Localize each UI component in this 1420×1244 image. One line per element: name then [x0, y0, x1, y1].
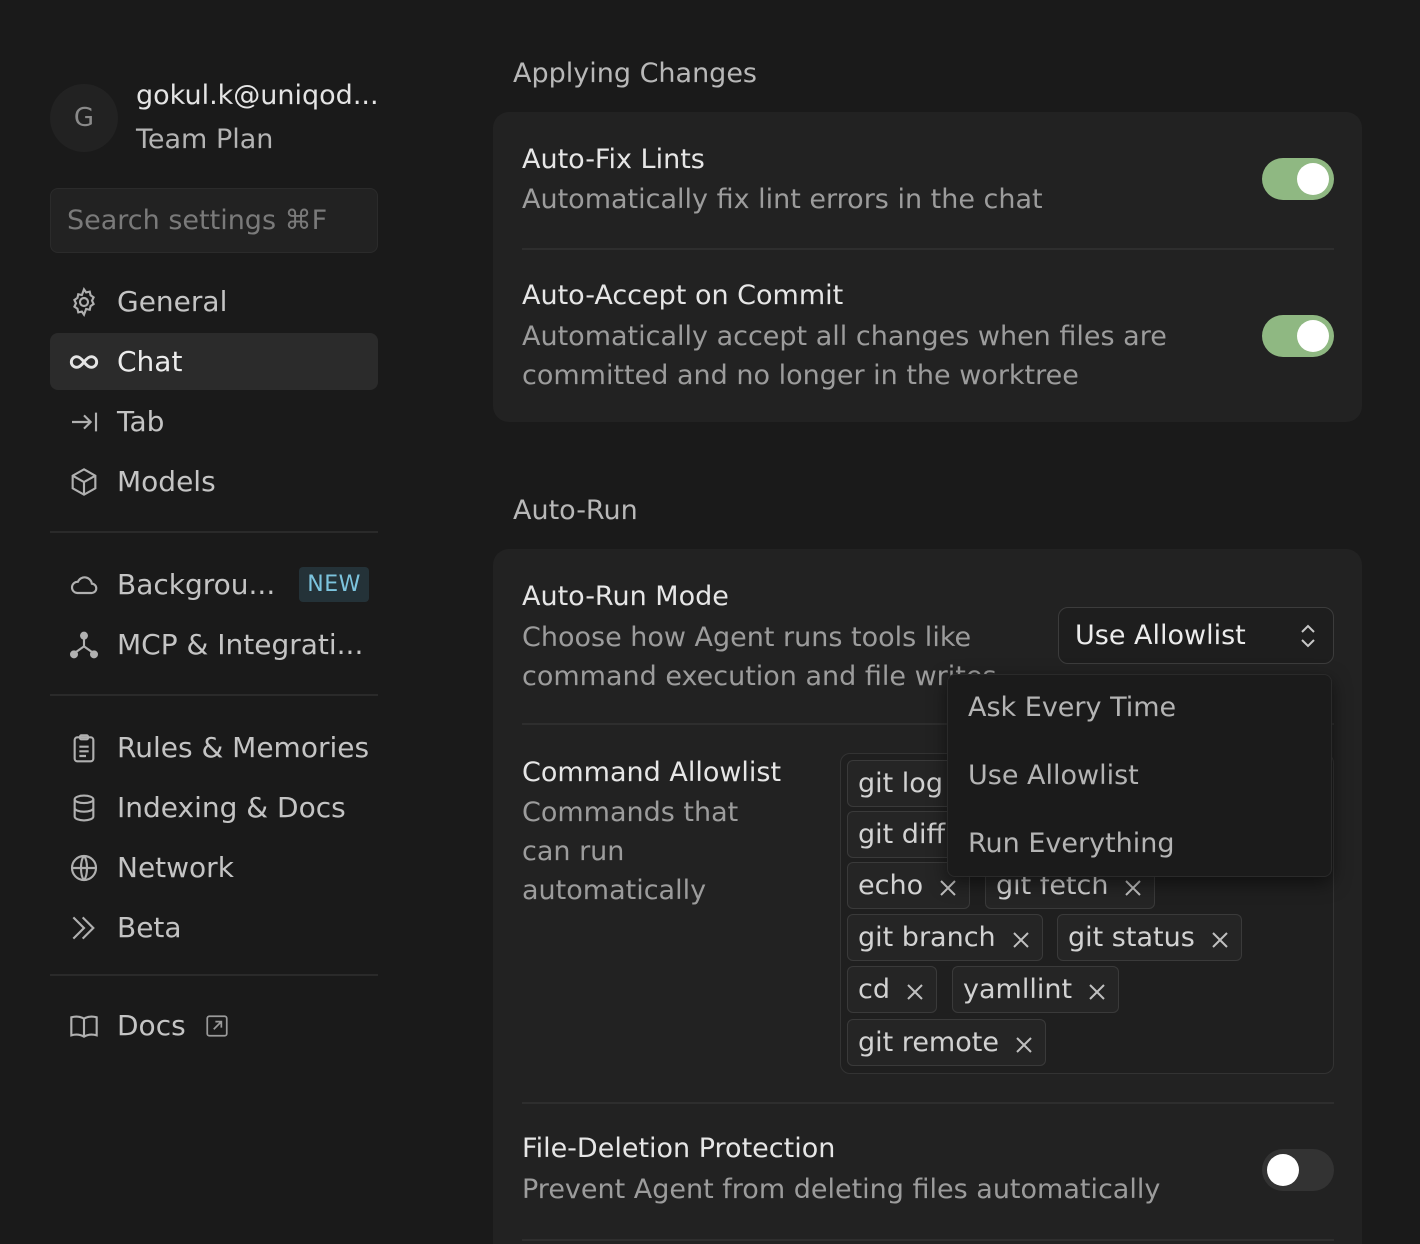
arrow-right-to-bar-icon: [66, 404, 102, 440]
sidebar-item-label: Beta: [117, 911, 182, 944]
profile[interactable]: G gokul.k@uniqod... Team Plan: [50, 78, 379, 158]
card-divider: [522, 1102, 1334, 1104]
sidebar-item-label: Network: [117, 851, 234, 884]
external-link-icon: [204, 1013, 230, 1039]
sidebar-item-network[interactable]: Network: [50, 839, 378, 896]
command-allowlist-desc: Commands that can run automatically: [522, 797, 739, 906]
file-deletion-desc: Prevent Agent from deleting files automa…: [522, 1174, 1161, 1205]
dropdown-option-ask-every-time[interactable]: Ask Every Time: [968, 692, 1176, 723]
sidebar-item-label: Tab: [117, 405, 165, 438]
search-input[interactable]: [67, 205, 361, 236]
sidebar-item-label: MCP & Integrati...: [117, 628, 364, 661]
auto-run-mode-title: Auto-Run Mode: [522, 581, 729, 612]
sidebar-item-label: Docs: [117, 1009, 186, 1042]
sidebar-item-docs[interactable]: Docs: [50, 997, 378, 1054]
remove-tag-icon[interactable]: [1086, 979, 1108, 1001]
applying-changes-card: Auto-Fix Lints Automatically fix lint er…: [493, 112, 1362, 422]
card-divider: [522, 1239, 1334, 1241]
remove-tag-icon[interactable]: [1010, 927, 1032, 949]
card-divider: [522, 248, 1334, 250]
settings-window: G gokul.k@uniqod... Team Plan General Ch…: [0, 0, 1420, 1244]
file-deletion-title: File-Deletion Protection: [522, 1133, 836, 1164]
sidebar-item-label: General: [117, 285, 228, 318]
sidebar-divider: [50, 694, 378, 696]
dropdown-option-use-allowlist[interactable]: Use Allowlist: [968, 760, 1139, 791]
sidebar-item-rules[interactable]: Rules & Memories: [50, 719, 378, 776]
sidebar-item-beta[interactable]: Beta: [50, 899, 378, 956]
sidebar-item-tab[interactable]: Tab: [50, 393, 378, 450]
sidebar-item-label: Models: [117, 465, 216, 498]
sidebar-item-models[interactable]: Models: [50, 453, 378, 510]
section-title-auto-run: Auto-Run: [513, 495, 638, 526]
remove-tag-icon[interactable]: [1209, 927, 1231, 949]
sidebar-divider: [50, 531, 378, 533]
allowlist-tag: git branch: [847, 914, 1043, 961]
auto-run-card: Auto-Run Mode Choose how Agent runs tool…: [493, 549, 1362, 1244]
database-icon: [66, 790, 102, 826]
clipboard-icon: [66, 730, 102, 766]
auto-fix-lints-title: Auto-Fix Lints: [522, 144, 705, 175]
auto-fix-lints-toggle[interactable]: [1262, 158, 1334, 200]
allowlist-tag: yamllint: [952, 966, 1120, 1013]
remove-tag-icon[interactable]: [904, 979, 926, 1001]
remove-tag-icon[interactable]: [1122, 875, 1144, 897]
auto-accept-toggle[interactable]: [1262, 315, 1334, 357]
avatar: G: [50, 84, 118, 152]
search-box[interactable]: [50, 188, 378, 253]
auto-accept-title: Auto-Accept on Commit: [522, 280, 844, 311]
cube-icon: [66, 464, 102, 500]
profile-email: gokul.k@uniqod...: [136, 80, 379, 111]
sidebar-item-label: Chat: [117, 345, 183, 378]
sidebar-item-label: Rules & Memories: [117, 731, 370, 764]
sidebar-item-label: Backgrou...: [117, 568, 276, 601]
section-title-applying-changes: Applying Changes: [513, 58, 758, 89]
sidebar-item-mcp[interactable]: MCP & Integrati...: [50, 616, 378, 673]
sidebar-item-chat[interactable]: Chat: [50, 333, 378, 390]
sidebar-item-general[interactable]: General: [50, 273, 378, 330]
dropdown-option-run-everything[interactable]: Run Everything: [968, 828, 1175, 859]
auto-run-mode-dropdown: Ask Every Time Use Allowlist Run Everyth…: [947, 674, 1332, 877]
gear-icon: [66, 284, 102, 320]
auto-fix-lints-desc: Automatically fix lint errors in the cha…: [522, 184, 1043, 215]
nodes-icon: [66, 627, 102, 663]
select-value: Use Allowlist: [1075, 620, 1246, 651]
sidebar-item-background[interactable]: Backgrou... NEW: [50, 556, 378, 613]
cloud-icon: [66, 567, 102, 603]
auto-accept-desc: Automatically accept all changes when fi…: [522, 321, 1167, 391]
command-allowlist-title: Command Allowlist: [522, 757, 782, 788]
infinity-icon: [66, 344, 102, 380]
file-deletion-toggle[interactable]: [1262, 1149, 1334, 1191]
remove-tag-icon[interactable]: [1013, 1032, 1035, 1054]
new-badge: NEW: [299, 567, 369, 602]
double-chevron-icon: [66, 910, 102, 946]
auto-run-mode-select[interactable]: Use Allowlist: [1058, 607, 1334, 664]
chevron-up-down-icon: [1297, 620, 1319, 652]
allowlist-tag: git remote: [847, 1019, 1046, 1066]
remove-tag-icon[interactable]: [937, 875, 959, 897]
profile-plan: Team Plan: [136, 124, 274, 155]
allowlist-tag: git status: [1057, 914, 1242, 961]
book-icon: [66, 1008, 102, 1044]
sidebar-item-label: Indexing & Docs: [117, 791, 346, 824]
allowlist-tag: cd: [847, 966, 937, 1013]
globe-icon: [66, 850, 102, 886]
sidebar-item-indexing[interactable]: Indexing & Docs: [50, 779, 378, 836]
sidebar-divider: [50, 974, 378, 976]
